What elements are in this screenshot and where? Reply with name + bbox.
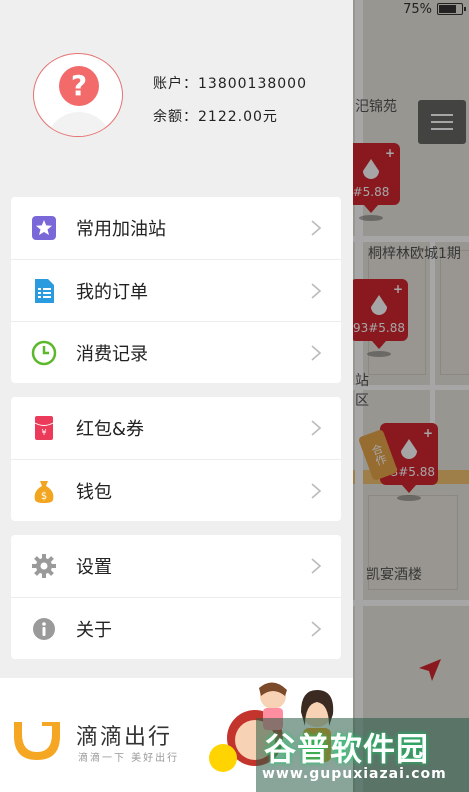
chevron-right-icon (311, 620, 322, 637)
svg-text:¥: ¥ (41, 428, 46, 437)
menu-item-wallet[interactable]: $ 钱包 (11, 459, 341, 521)
watermark-title: 谷普软件园 (264, 730, 430, 768)
chevron-right-icon (311, 558, 322, 574)
side-drawer: ? 账户：13800138000 余额：2122.00元 常用加油站 我的订单 (0, 0, 353, 792)
menu-item-label: 红包&券 (76, 419, 145, 440)
chevron-right-icon (311, 420, 322, 436)
chevron-right-icon (311, 220, 322, 236)
drawer-dim-overlay[interactable] (353, 0, 469, 792)
clock-icon (31, 340, 57, 366)
balance-value: 2122.00元 (198, 109, 278, 125)
account-label: 账户： (153, 76, 198, 92)
menu-item-label: 消费记录 (76, 343, 148, 365)
menu-item-red-envelopes[interactable]: ¥ 红包&券 (11, 397, 341, 459)
battery-icon (437, 3, 466, 15)
chevron-right-icon (311, 344, 322, 361)
balance-row: 余额：2122.00元 (153, 106, 278, 126)
red-envelope-icon: ¥ (31, 415, 57, 441)
balance-label: 余额： (153, 109, 198, 125)
star-icon (31, 215, 57, 241)
menu-item-label: 设置 (76, 557, 112, 578)
profile-header: ? 账户：13800138000 余额：2122.00元 (0, 0, 353, 190)
didi-logo-icon (10, 718, 64, 768)
menu-item-spending-history[interactable]: 消费记录 (11, 321, 341, 383)
menu-group-main: 常用加油站 我的订单 消费记录 (11, 197, 341, 383)
menu-item-label: 钱包 (76, 481, 112, 503)
chevron-right-icon (311, 482, 322, 499)
menu-item-about[interactable]: 关于 (11, 597, 341, 659)
menu-item-label: 常用加油站 (76, 219, 166, 240)
account-value: 13800138000 (198, 76, 307, 92)
menu-item-favorite-stations[interactable]: 常用加油站 (11, 197, 341, 259)
info-icon (31, 616, 57, 642)
menu-group-system: 设置 关于 (11, 535, 341, 659)
battery-percent: 75% (403, 1, 432, 17)
menu-item-my-orders[interactable]: 我的订单 (11, 259, 341, 321)
menu-group-finance: ¥ 红包&券 $ 钱包 (11, 397, 341, 521)
money-bag-icon: $ (31, 478, 57, 504)
account-row: 账户：13800138000 (153, 73, 307, 93)
watermark: 谷普软件园 www.gupuxiazai.com (256, 718, 469, 792)
status-bar: 75% (353, 0, 469, 18)
chevron-right-icon (311, 282, 322, 299)
watermark-url: www.gupuxiazai.com (262, 766, 447, 782)
gear-icon (31, 553, 57, 579)
menu-item-label: 关于 (76, 619, 112, 641)
brand-slogan: 滴滴一下 美好出行 (78, 753, 180, 764)
avatar[interactable]: ? (33, 53, 123, 137)
brand-name: 滴滴出行 (76, 725, 173, 750)
svg-text:$: $ (41, 491, 47, 502)
menu-item-settings[interactable]: 设置 (11, 535, 341, 597)
menu-item-label: 我的订单 (76, 281, 148, 303)
document-icon (31, 278, 57, 304)
question-mark-icon: ? (59, 66, 99, 106)
